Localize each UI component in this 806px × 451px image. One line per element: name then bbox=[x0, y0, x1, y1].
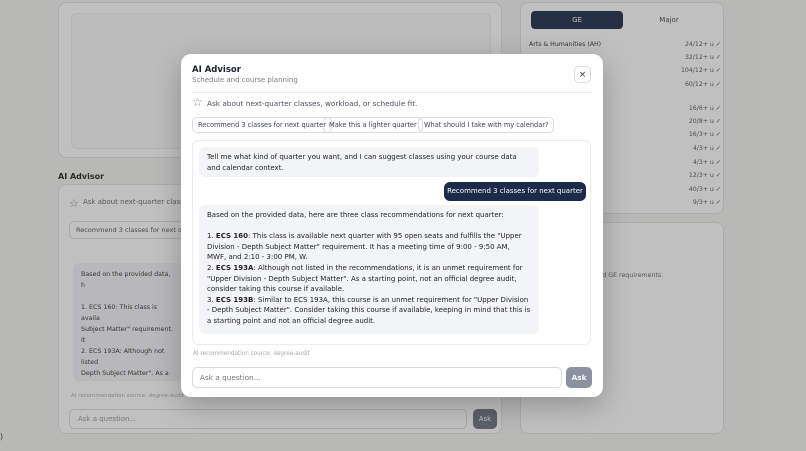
ai-message: Tell me what kind of quarter you want, a… bbox=[199, 147, 539, 177]
advisor-prompt: Ask about next-quarter classes, workload… bbox=[207, 99, 418, 108]
suggestion-chip-lighter[interactable]: Make this a lighter quarter bbox=[323, 117, 423, 133]
suggestion-chip-calendar[interactable]: What should I take with my calendar? bbox=[418, 117, 555, 133]
recommendation-text: : This class is available next quarter w… bbox=[207, 232, 522, 262]
modal-title: AI Advisor bbox=[192, 65, 241, 75]
divider bbox=[192, 92, 592, 93]
recommendation-text: : Although not listed in the recommendat… bbox=[207, 263, 523, 294]
course-code: ECS 193B bbox=[215, 295, 254, 304]
recommendation-source: AI recommendation source: degree-audit bbox=[193, 351, 310, 357]
ai-reply-intro: Based on the provided data, here are thr… bbox=[207, 211, 504, 219]
close-icon: × bbox=[578, 70, 587, 80]
chat-log[interactable]: Tell me what kind of quarter you want, a… bbox=[192, 140, 591, 345]
course-code: ECS 193A bbox=[215, 263, 254, 272]
question-input[interactable] bbox=[192, 367, 562, 388]
recommendation-text: : Similar to ECS 193A, this course is an… bbox=[207, 295, 531, 325]
suggestion-chip-recommend[interactable]: Recommend 3 classes for next quarter bbox=[192, 117, 332, 133]
recommendation-item: 1. ECS 160: This class is available next… bbox=[207, 232, 522, 262]
modal-subtitle: Schedule and course planning bbox=[192, 76, 298, 84]
sparkle-icon: ☆ bbox=[192, 95, 203, 109]
recommendation-item: 3. ECS 193B: Similar to ECS 193A, this c… bbox=[207, 295, 531, 325]
close-button[interactable]: × bbox=[574, 66, 591, 83]
ask-button[interactable]: Ask bbox=[566, 367, 592, 388]
user-message: Recommend 3 classes for next quarter bbox=[444, 182, 586, 201]
recommendation-item: 2. ECS 193A: Although not listed in the … bbox=[207, 263, 523, 294]
course-code: ECS 160 bbox=[215, 232, 249, 241]
ai-reply-message: Based on the provided data, here are thr… bbox=[199, 205, 539, 334]
ai-advisor-modal: AI Advisor Schedule and course planning … bbox=[181, 54, 603, 397]
